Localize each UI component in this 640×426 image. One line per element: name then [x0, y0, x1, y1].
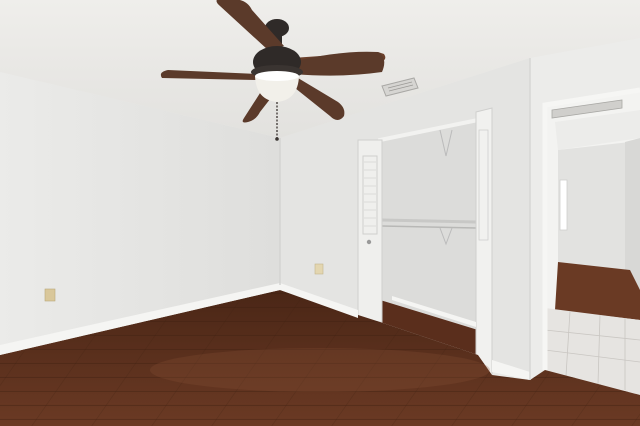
closet-door-right[interactable] — [475, 107, 493, 376]
closet-shelf — [381, 218, 477, 224]
closet-knob[interactable] — [366, 239, 372, 245]
room-illustration — [0, 0, 640, 426]
hallway-right-wall — [625, 138, 640, 290]
wall-outlet[interactable] — [314, 263, 324, 275]
hallway-wall — [558, 142, 630, 270]
hallway-window — [559, 179, 568, 231]
closet-door-left[interactable] — [357, 139, 383, 326]
wall-outlet[interactable] — [44, 288, 56, 302]
room-photo — [0, 0, 640, 426]
